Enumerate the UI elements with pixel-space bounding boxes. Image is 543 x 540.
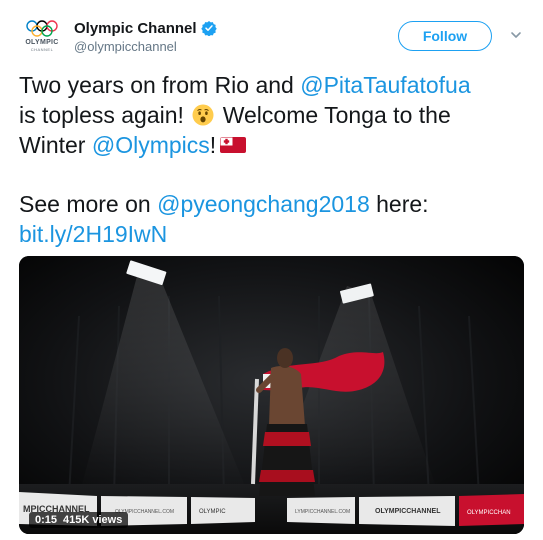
tweet-text-segment: is topless again! — [19, 102, 191, 128]
tweet-line-5: bit.ly/2H19IwN — [19, 219, 529, 249]
avatar-logo-subtext: CHANNEL — [30, 47, 54, 52]
video-player[interactable]: MPICCHANNEL OLYMPICCHANNEL.COM OLYMPIC L… — [19, 256, 524, 534]
tweet-text-segment: Two years on from Rio and — [19, 72, 301, 98]
name-row: Olympic Channel — [74, 18, 217, 38]
olympic-rings-icon — [26, 20, 58, 37]
flag-bearer-head — [277, 348, 293, 368]
mention-pitataufatofua[interactable]: @PitaTaufatofua — [300, 72, 470, 98]
account-handle[interactable]: @olympicchannel — [74, 39, 177, 54]
video-frame: MPICCHANNEL OLYMPICCHANNEL.COM OLYMPIC L… — [19, 256, 524, 534]
board-text: OLYMPIC — [199, 509, 226, 515]
tweet-line-1: Two years on from Rio and @PitaTaufatofu… — [19, 70, 529, 100]
hushed-face-emoji-icon — [192, 104, 214, 126]
chevron-down-icon[interactable] — [509, 28, 523, 42]
video-stats-badge: 0:15 415K views — [29, 512, 129, 528]
board-text: LYMPICCHANNEL.COM — [295, 509, 350, 515]
tonga-flag-emoji-icon — [220, 137, 247, 153]
board-text: OLYMPICCHAN — [467, 510, 511, 516]
follow-button[interactable]: Follow — [398, 21, 492, 51]
tweet-line-3: Winter @Olympics! — [19, 130, 529, 160]
tweet-text-segment: Welcome Tonga to the — [216, 102, 451, 128]
skirt-red-band — [263, 432, 311, 446]
video-views: 415K views — [63, 514, 123, 526]
mention-olympics[interactable]: @Olympics — [92, 132, 210, 158]
tweet-header: OLYMPIC CHANNEL Olympic Channel @olympic… — [0, 0, 543, 62]
tweet-text-segment: ! — [209, 132, 217, 158]
tweet-text-segment: here: — [369, 191, 429, 217]
avatar-logo-text: OLYMPIC — [25, 39, 59, 46]
short-link[interactable]: bit.ly/2H19IwN — [19, 221, 167, 247]
verified-badge-icon — [200, 21, 217, 36]
skirt-red-band — [259, 470, 315, 482]
board-text: OLYMPICCHANNEL — [375, 508, 441, 515]
avatar[interactable]: OLYMPIC CHANNEL — [18, 18, 66, 58]
tweet-line-4: See more on @pyeongchang2018 here: — [19, 189, 529, 219]
display-name[interactable]: Olympic Channel — [74, 20, 197, 37]
video-duration: 0:15 — [35, 514, 58, 526]
mention-pyeongchang2018[interactable]: @pyeongchang2018 — [157, 191, 370, 217]
tweet-text: Two years on from Rio and @PitaTaufatofu… — [19, 70, 529, 249]
tweet-text-segment: Winter — [19, 132, 92, 158]
tweet-line-2: is topless again! Welcome Tonga to the — [19, 100, 529, 130]
tweet-text-segment: See more on — [19, 191, 158, 217]
